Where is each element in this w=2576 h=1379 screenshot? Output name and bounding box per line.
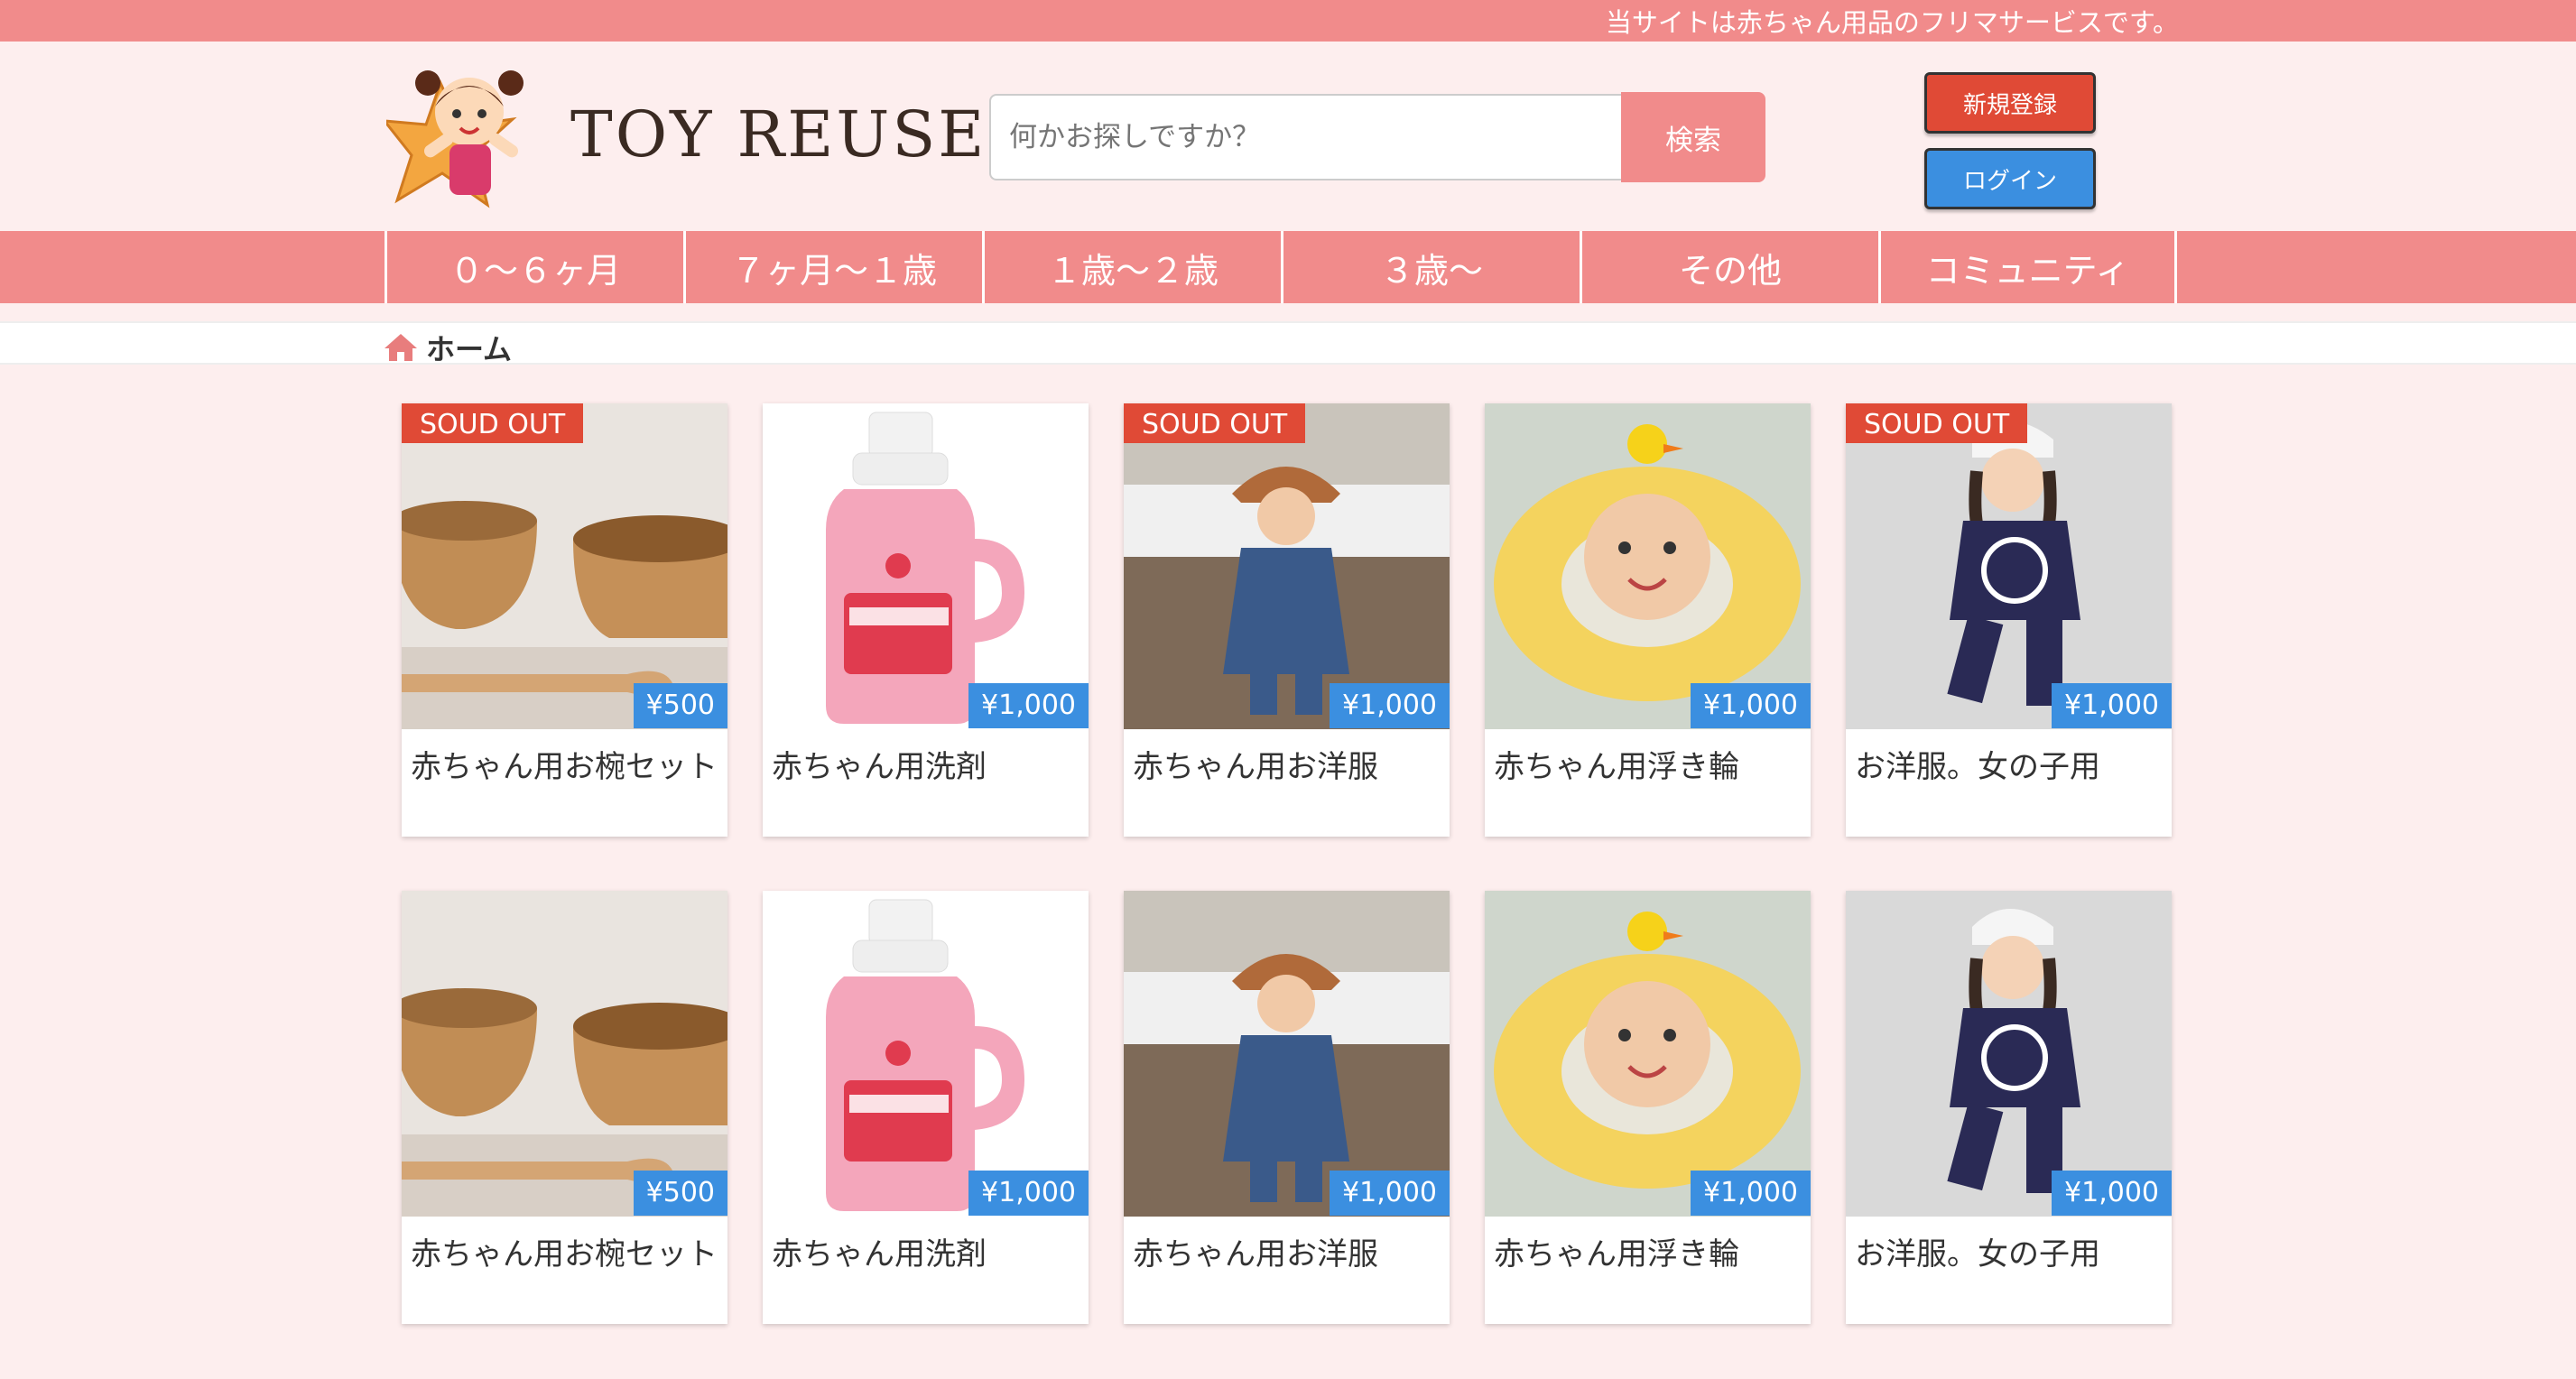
register-button[interactable]: 新規登録 (1924, 72, 2096, 134)
product-image-baby-float-ring[interactable] (1485, 403, 1811, 729)
breadcrumb: ホーム (0, 321, 2576, 368)
breadcrumb-home-link[interactable]: ホーム (426, 327, 512, 368)
price-tag: ¥1,000 (2052, 1171, 2172, 1216)
home-icon[interactable] (383, 332, 419, 363)
nav-item-community[interactable]: コミュニティ (1878, 231, 2177, 303)
price-tag: ¥1,000 (1691, 683, 1811, 728)
product-name[interactable]: 赤ちゃん用浮き輪 (1494, 742, 1739, 786)
product-card[interactable]: ¥1,000 赤ちゃん用浮き輪 (1485, 891, 1811, 1324)
nav-item-other[interactable]: その他 (1580, 231, 1878, 303)
price-tag: ¥500 (633, 1171, 727, 1216)
product-image-girl-smiley-outfit[interactable] (1846, 891, 2172, 1217)
announcement-text: 当サイトは赤ちゃん用品のフリマサービスです。 (1605, 7, 2179, 38)
product-image-detergent-bottle[interactable] (763, 891, 1089, 1217)
product-name[interactable]: 赤ちゃん用洗剤 (772, 1229, 987, 1273)
category-nav-list: ０〜６ヶ月 ７ヶ月〜１歳 １歳〜２歳 ３歳〜 その他 コミュニティ (385, 231, 2177, 303)
product-card[interactable]: ¥1,000 赤ちゃん用洗剤 (763, 403, 1089, 837)
sold-out-badge: SOUD OUT (1124, 403, 1306, 443)
product-card[interactable]: ¥1,000 赤ちゃん用浮き輪 (1485, 403, 1811, 837)
product-name[interactable]: お洋服。女の子用 (1855, 742, 2100, 786)
product-name[interactable]: 赤ちゃん用お洋服 (1133, 1229, 1378, 1273)
search-button[interactable]: 検索 (1621, 92, 1765, 182)
search-input[interactable] (989, 94, 1621, 180)
product-image-wooden-bowls[interactable] (402, 891, 727, 1217)
category-nav: ０〜６ヶ月 ７ヶ月〜１歳 １歳〜２歳 ３歳〜 その他 コミュニティ (0, 231, 2576, 303)
product-image-toddler-denim[interactable] (1124, 891, 1450, 1217)
product-card[interactable]: SOUD OUT ¥500 赤ちゃん用お椀セット (402, 403, 727, 837)
product-card[interactable]: ¥1,000 赤ちゃん用洗剤 (763, 891, 1089, 1324)
product-image-detergent-bottle[interactable] (763, 403, 1089, 729)
price-tag: ¥1,000 (1330, 683, 1450, 728)
product-card[interactable]: ¥1,000 お洋服。女の子用 (1846, 891, 2172, 1324)
price-tag: ¥1,000 (2052, 683, 2172, 728)
product-name[interactable]: 赤ちゃん用洗剤 (772, 742, 987, 786)
sold-out-badge: SOUD OUT (402, 403, 584, 443)
product-name[interactable]: 赤ちゃん用お椀セット (411, 742, 718, 786)
product-card[interactable]: ¥500 赤ちゃん用お椀セット (402, 891, 727, 1324)
nav-item-0-6-months[interactable]: ０〜６ヶ月 (385, 231, 683, 303)
product-image-baby-float-ring[interactable] (1485, 891, 1811, 1217)
product-name[interactable]: お洋服。女の子用 (1855, 1229, 2100, 1273)
product-card[interactable]: ¥1,000 赤ちゃん用お洋服 (1124, 891, 1450, 1324)
product-card[interactable]: SOUD OUT ¥1,000 お洋服。女の子用 (1846, 403, 2172, 837)
product-image-toddler-denim[interactable] (1124, 403, 1450, 729)
price-tag: ¥500 (633, 683, 727, 728)
price-tag: ¥1,000 (1330, 1171, 1450, 1216)
product-name[interactable]: 赤ちゃん用浮き輪 (1494, 1229, 1739, 1273)
top-announcement-bar: 当サイトは赤ちゃん用品のフリマサービスです。 (0, 0, 2576, 42)
logo-text[interactable]: TOY REUSE (570, 97, 987, 171)
login-button[interactable]: ログイン (1924, 148, 2096, 209)
price-tag: ¥1,000 (968, 683, 1089, 728)
sold-out-badge: SOUD OUT (1846, 403, 2028, 443)
logo-mascot-icon (381, 70, 524, 208)
product-name[interactable]: 赤ちゃん用お洋服 (1133, 742, 1378, 786)
product-image-girl-smiley-outfit[interactable] (1846, 403, 2172, 729)
price-tag: ¥1,000 (1691, 1171, 1811, 1216)
nav-item-1-2-years[interactable]: １歳〜２歳 (982, 231, 1281, 303)
product-image-wooden-bowls[interactable] (402, 403, 727, 729)
nav-item-3-years-plus[interactable]: ３歳〜 (1281, 231, 1580, 303)
product-card[interactable]: SOUD OUT ¥1,000 赤ちゃん用お洋服 (1124, 403, 1450, 837)
nav-item-7-months-1-year[interactable]: ７ヶ月〜１歳 (683, 231, 982, 303)
product-name[interactable]: 赤ちゃん用お椀セット (411, 1229, 718, 1273)
price-tag: ¥1,000 (968, 1171, 1089, 1216)
